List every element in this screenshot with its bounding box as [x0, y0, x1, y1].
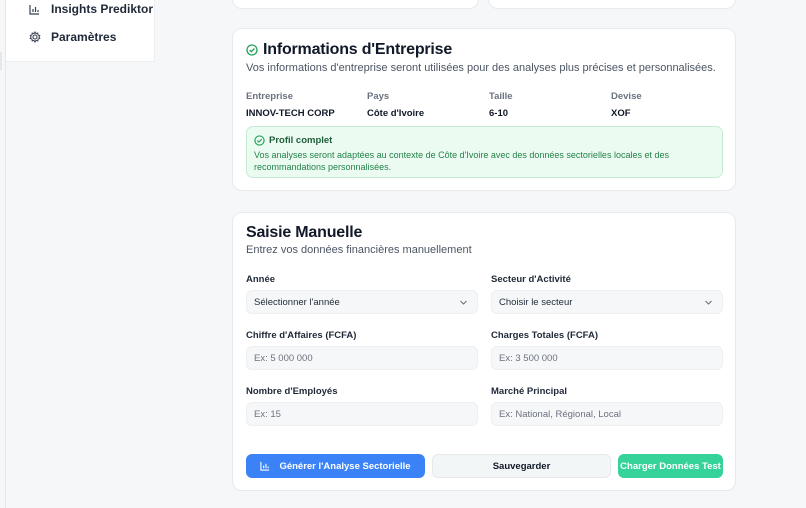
company-field-taille: Taille 6-10	[489, 91, 513, 119]
employees-label: Nombre d'Employés	[246, 386, 338, 397]
year-select-value: Sélectionner l'année	[254, 296, 340, 308]
field-value: INNOV-TECH CORP	[246, 108, 335, 119]
field-label: Pays	[367, 91, 390, 102]
top-card-left	[232, 0, 479, 9]
sidebar-item-label: Insights Prediktor	[51, 2, 154, 16]
sector-select-value: Choisir le secteur	[499, 296, 573, 308]
check-circle-icon	[246, 44, 258, 56]
field-label: Entreprise	[246, 91, 293, 102]
load-test-data-button[interactable]: Charger Données Test	[618, 454, 723, 478]
bar-chart-icon	[28, 3, 41, 16]
generate-analysis-button[interactable]: Générer l'Analyse Sectorielle	[246, 454, 425, 478]
left-edge-marker	[0, 52, 2, 70]
year-select[interactable]: Sélectionner l'année	[246, 290, 478, 314]
save-button[interactable]: Sauvegarder	[432, 454, 611, 478]
sidebar-item-parametres[interactable]: Paramètres	[28, 28, 116, 46]
market-input[interactable]: Ex: National, Régional, Local	[491, 402, 723, 426]
charges-label: Charges Totales (FCFA)	[491, 330, 598, 341]
bar-chart-icon	[260, 461, 270, 471]
sector-select[interactable]: Choisir le secteur	[491, 290, 723, 314]
employees-input[interactable]: Ex: 15	[246, 402, 478, 426]
check-circle-icon	[254, 135, 265, 146]
profile-heading-text: Profil complet	[269, 135, 333, 146]
market-label: Marché Principal	[491, 386, 568, 397]
company-info-subtitle: Vos informations d'entreprise seront uti…	[246, 62, 716, 74]
company-info-title: Informations d'Entreprise	[263, 41, 453, 58]
top-card-right	[488, 0, 736, 9]
left-border	[5, 0, 6, 508]
sidebar-item-insights-prediktor[interactable]: Insights Prediktor	[28, 0, 153, 18]
sector-label: Secteur d'Activité	[491, 274, 571, 285]
sidebar-item-label: Paramètres	[51, 30, 117, 44]
generate-analysis-label: Générer l'Analyse Sectorielle	[279, 460, 411, 472]
field-label: Devise	[611, 91, 642, 102]
year-label: Année	[246, 274, 276, 285]
company-info-heading: Informations d'Entreprise	[246, 41, 452, 59]
charges-input[interactable]: Ex: 3 500 000	[491, 346, 723, 370]
gear-icon	[28, 31, 41, 44]
revenue-label: Chiffre d'Affaires (FCFA)	[246, 330, 357, 341]
revenue-input[interactable]: Ex: 5 000 000	[246, 346, 478, 370]
chevron-down-icon	[459, 298, 468, 307]
profile-text: Vos analyses seront adaptées au contexte…	[254, 150, 669, 172]
manual-entry-title: Saisie Manuelle	[246, 224, 363, 241]
company-field-pays: Pays Côte d'Ivoire	[367, 91, 424, 119]
chevron-down-icon	[704, 298, 713, 307]
field-value: XOF	[611, 108, 631, 119]
sidebar: Insights Prediktor Paramètres	[6, 0, 155, 62]
profile-complete-alert: Profil complet Vos analyses seront adapt…	[246, 126, 723, 178]
company-field-entreprise: Entreprise INNOV-TECH CORP	[246, 91, 335, 119]
manual-entry-subtitle: Entrez vos données financières manuellem…	[246, 244, 472, 256]
company-info-card: Informations d'Entreprise Vos informatio…	[232, 28, 736, 191]
field-label: Taille	[489, 91, 513, 102]
profile-heading: Profil complet	[254, 135, 332, 146]
field-value: Côte d'Ivoire	[367, 108, 425, 119]
company-field-devise: Devise XOF	[611, 91, 642, 119]
field-value: 6-10	[489, 108, 509, 119]
manual-entry-card: Saisie Manuelle Entrez vos données finan…	[232, 212, 736, 491]
